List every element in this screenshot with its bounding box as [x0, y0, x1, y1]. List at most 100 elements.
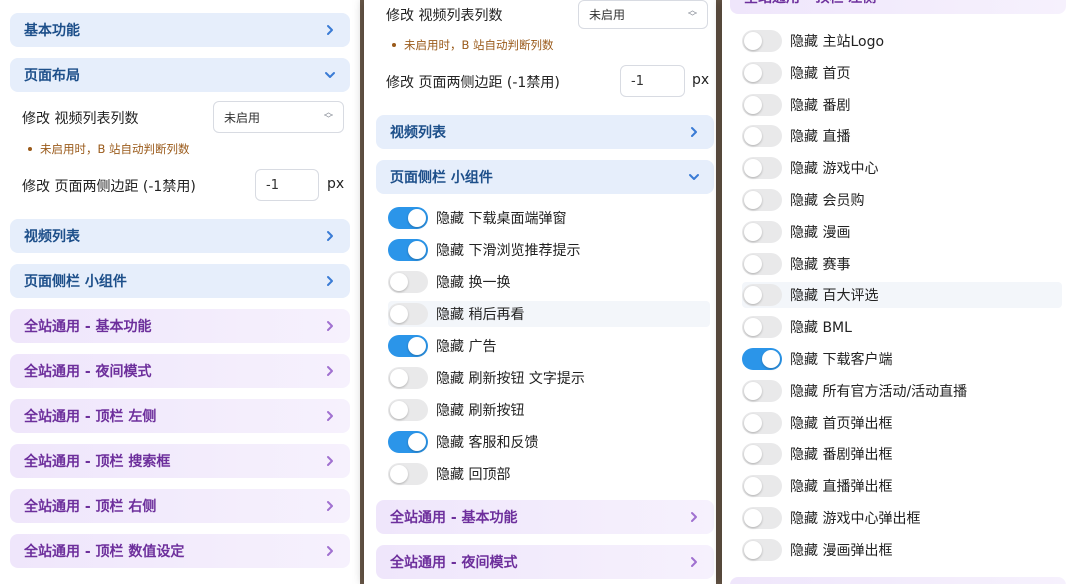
chevron-right-icon — [327, 231, 333, 241]
section-basic-functions[interactable]: 基本功能 — [10, 13, 350, 47]
section-title: 基本功能 — [24, 23, 80, 39]
toggle-row[interactable]: 隐藏 会员购 — [742, 187, 1062, 213]
chevron-right-icon — [327, 456, 333, 466]
toggle-switch[interactable] — [742, 30, 782, 52]
toggle-row[interactable]: 隐藏 漫画弹出框 — [742, 537, 1062, 563]
toggle-switch[interactable] — [742, 507, 782, 529]
toggle-label: 隐藏 百大评选 — [790, 288, 879, 305]
toggle-knob — [408, 337, 426, 355]
toggle-row[interactable]: 隐藏 刷新按钮 — [388, 397, 710, 423]
section-global-night[interactable]: 全站通用 - 夜间模式 — [10, 354, 350, 388]
toggle-row[interactable]: 隐藏 主站Logo — [742, 28, 1062, 54]
toggle-label: 隐藏 稍后再看 — [436, 307, 525, 323]
toggle-switch[interactable] — [742, 93, 782, 116]
toggle-switch[interactable] — [742, 252, 782, 275]
section-topbar-search[interactable]: 全站通用 - 顶栏 搜索框 — [10, 444, 350, 478]
chevron-right-icon — [691, 127, 697, 137]
toggle-row[interactable]: 隐藏 所有官方活动/活动直播 — [742, 378, 1062, 404]
toggle-switch[interactable] — [388, 271, 428, 293]
toggle-row[interactable]: 隐藏 游戏中心弹出框 — [742, 505, 1062, 531]
section-global-night[interactable]: 全站通用 - 夜间模式 — [376, 545, 714, 579]
toggle-switch[interactable] — [742, 284, 782, 307]
columns-select[interactable]: 未启用 ︿ ﹀ — [213, 101, 344, 133]
section-title: 全站通用 - 顶栏 右侧 — [24, 499, 157, 515]
margin-input[interactable]: -1 — [255, 169, 319, 201]
toggle-switch[interactable] — [388, 207, 428, 229]
toggle-row[interactable]: 隐藏 番剧 — [742, 92, 1062, 118]
toggle-row[interactable]: 隐藏 漫画 — [742, 219, 1062, 245]
margin-input[interactable]: -1 — [620, 65, 685, 97]
toggle-knob — [744, 254, 762, 273]
toggle-label: 隐藏 广告 — [436, 339, 497, 355]
toggle-row[interactable]: 隐藏 下载客户端 — [742, 346, 1062, 372]
toggle-switch[interactable] — [742, 475, 782, 498]
section-title: 页面侧栏 小组件 — [24, 274, 127, 290]
toggle-switch[interactable] — [742, 61, 782, 84]
toggle-knob — [762, 350, 780, 368]
toggle-switch[interactable] — [388, 399, 428, 421]
toggle-row[interactable]: 隐藏 广告 — [388, 333, 710, 359]
toggle-switch[interactable] — [388, 303, 428, 325]
toggle-switch[interactable] — [742, 125, 782, 148]
toggle-knob — [744, 540, 762, 559]
toggle-switch[interactable] — [388, 239, 428, 261]
chevron-right-icon — [691, 557, 697, 567]
toggle-label: 隐藏 会员购 — [790, 193, 865, 209]
toggle-switch[interactable] — [742, 220, 782, 243]
toggle-switch[interactable] — [742, 316, 782, 339]
chevron-down-icon — [1040, 0, 1052, 3]
toggle-switch[interactable] — [742, 443, 782, 466]
toggle-row[interactable]: 隐藏 直播弹出框 — [742, 473, 1062, 499]
toggle-switch[interactable] — [742, 411, 782, 434]
section-topbar-values[interactable]: 全站通用 - 顶栏 数值设定 — [10, 534, 350, 568]
section-global-basic[interactable]: 全站通用 - 基本功能 — [376, 500, 714, 534]
toggle-label: 隐藏 直播弹出框 — [790, 479, 893, 496]
toggle-knob — [408, 241, 426, 259]
toggle-row[interactable]: 隐藏 客服和反馈 — [388, 429, 710, 455]
toggle-row[interactable]: 隐藏 下滑浏览推荐提示 — [388, 237, 710, 263]
toggle-label: 隐藏 下载桌面端弹窗 — [436, 211, 567, 227]
section-sidebar-widgets[interactable]: 页面侧栏 小组件 — [10, 264, 350, 298]
section-topbar-search[interactable]: 全站通用 - 顶栏 搜索框 — [730, 577, 1066, 584]
select-arrows-icon: ︿ ﹀ — [687, 5, 697, 23]
section-topbar-left[interactable]: 全站通用 - 顶栏 左侧 — [730, 0, 1066, 14]
section-video-list[interactable]: 视频列表 — [376, 115, 714, 149]
toggle-switch[interactable] — [388, 335, 428, 357]
toggle-label: 隐藏 下载客户端 — [790, 352, 893, 368]
toggle-row[interactable]: 隐藏 稍后再看 — [388, 301, 710, 327]
toggle-switch[interactable] — [388, 463, 428, 485]
toggle-row[interactable]: 隐藏 下载桌面端弹窗 — [388, 205, 710, 231]
toggle-row[interactable]: 隐藏 首页 — [742, 60, 1062, 86]
toggle-switch[interactable] — [742, 379, 782, 402]
columns-select[interactable]: 未启用 ︿ ﹀ — [578, 0, 708, 29]
toggle-switch[interactable] — [742, 538, 782, 561]
toggle-switch[interactable] — [388, 367, 428, 389]
section-topbar-left[interactable]: 全站通用 - 顶栏 左侧 — [10, 399, 350, 433]
settings-panel-right: 全站通用 - 顶栏 左侧 隐藏 主站Logo 隐藏 首页隐藏 番剧隐藏 直播隐藏 … — [722, 0, 1080, 584]
toggle-knob — [408, 433, 426, 451]
section-topbar-right[interactable]: 全站通用 - 顶栏 右侧 — [10, 489, 350, 523]
toggle-switch[interactable] — [388, 431, 428, 453]
toggle-row[interactable]: 隐藏 百大评选 — [742, 282, 1062, 309]
toggle-switch[interactable] — [742, 189, 782, 211]
section-sidebar-widgets[interactable]: 页面侧栏 小组件 — [376, 160, 714, 194]
select-arrows-icon: ︿ ﹀ — [323, 108, 333, 125]
toggle-row[interactable]: 隐藏 赛事 — [742, 251, 1062, 277]
toggle-row[interactable]: 隐藏 直播 — [742, 123, 1062, 149]
toggle-row[interactable]: 隐藏 换一换 — [388, 269, 710, 295]
toggle-label: 隐藏 客服和反馈 — [436, 435, 539, 451]
toggle-knob — [744, 445, 762, 464]
toggle-switch[interactable] — [742, 157, 782, 180]
toggle-row[interactable]: 隐藏 首页弹出框 — [742, 410, 1062, 436]
toggle-row[interactable]: 隐藏 游戏中心 — [742, 155, 1062, 181]
toggle-row[interactable]: 隐藏 BML — [742, 314, 1062, 340]
toggle-switch[interactable] — [742, 348, 782, 370]
toggle-label: 隐藏 BML — [790, 320, 852, 337]
section-page-layout[interactable]: 页面布局 — [10, 58, 350, 92]
section-global-basic[interactable]: 全站通用 - 基本功能 — [10, 309, 350, 343]
toggle-row[interactable]: 隐藏 刷新按钮 文字提示 — [388, 365, 710, 391]
section-video-list[interactable]: 视频列表 — [10, 219, 350, 253]
toggle-row[interactable]: 隐藏 回顶部 — [388, 461, 710, 487]
section-title: 全站通用 - 顶栏 数值设定 — [24, 544, 185, 560]
toggle-row[interactable]: 隐藏 番剧弹出框 — [742, 441, 1062, 467]
